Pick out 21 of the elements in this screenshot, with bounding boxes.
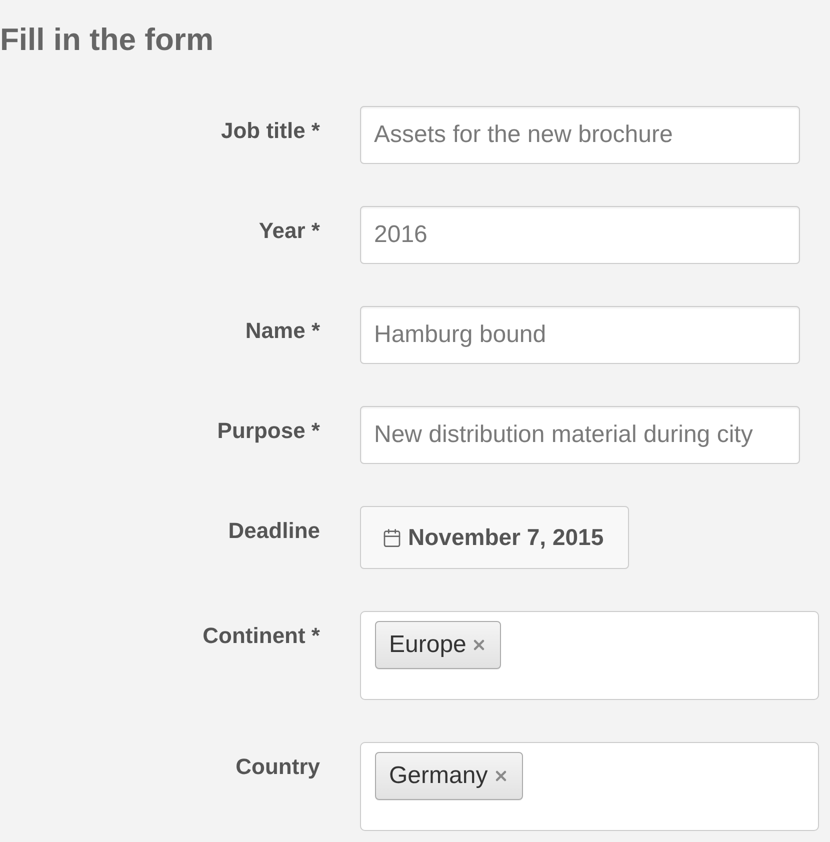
tag-label: Europe [389, 630, 466, 660]
tag-input[interactable]: Germany [360, 742, 819, 831]
text-input[interactable]: 2016 [360, 206, 800, 264]
tag-chip[interactable]: Europe [375, 621, 502, 669]
form-heading: Fill in the form [0, 22, 214, 58]
field-label: Job title * [220, 117, 320, 145]
text-input[interactable]: Hamburg bound [360, 306, 800, 364]
date-text: November 7, 2015 [408, 523, 604, 552]
field-label: Deadline [228, 517, 320, 545]
text-input[interactable]: Assets for the new brochure [360, 106, 800, 164]
calendar-icon [382, 528, 402, 548]
text-input[interactable]: New distribution material during city [360, 406, 800, 464]
tag-chip[interactable]: Germany [375, 752, 523, 800]
field-label: Name * [245, 317, 320, 345]
field-label: Purpose * [217, 417, 320, 445]
field-label: Continent * [202, 622, 320, 650]
field-label: Country [236, 753, 320, 781]
field-label: Year * [258, 217, 320, 245]
tag-input[interactable]: Europe [360, 611, 819, 700]
tag-label: Germany [389, 761, 488, 791]
date-picker-button[interactable]: November 7, 2015 [360, 506, 629, 569]
